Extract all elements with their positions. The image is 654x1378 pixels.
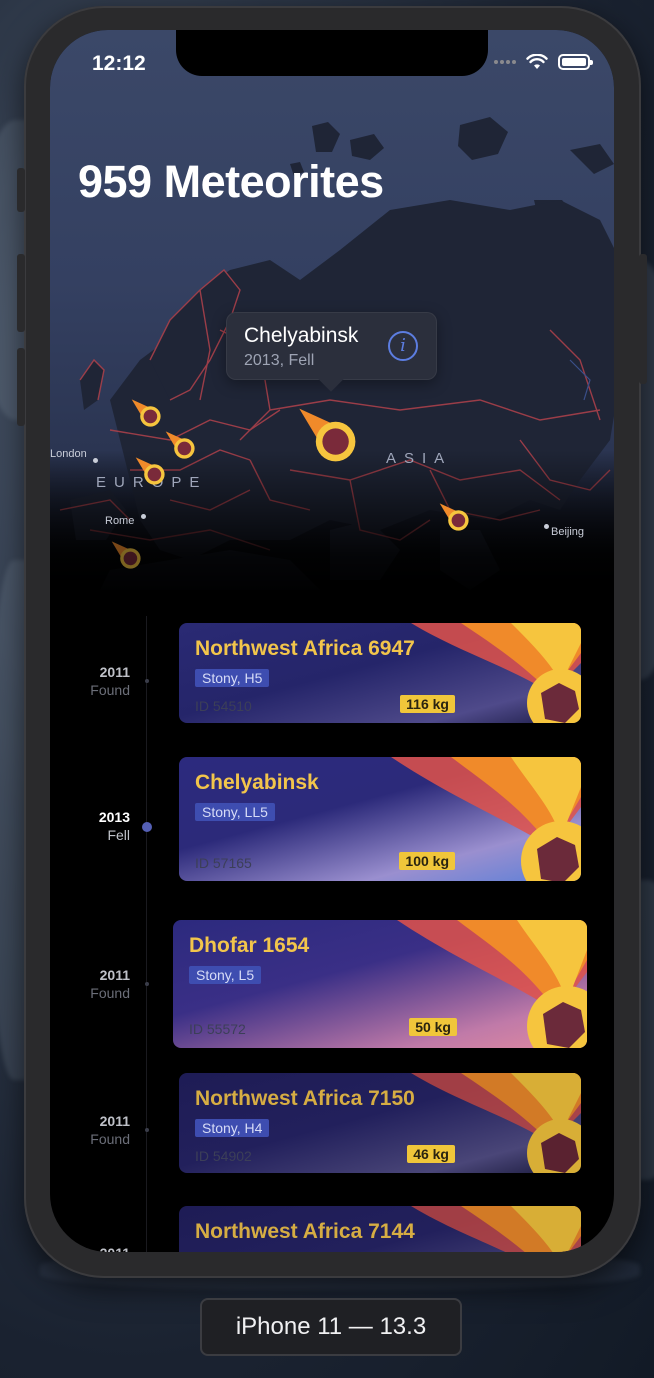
meteorite-name: Northwest Africa 7144: [195, 1220, 415, 1243]
timeline-year-label: 2011 Found: [50, 1113, 130, 1147]
status-time: 12:12: [92, 52, 146, 75]
meteorite-name: Northwest Africa 6947: [195, 637, 415, 660]
timeline-dot: [145, 679, 149, 683]
city-label-london: London: [50, 448, 87, 460]
rome-dot: [141, 514, 146, 519]
notch: [176, 30, 488, 76]
meteorite-map[interactable]: London Rome Beijing EUROPE ASIA Chelyabi…: [50, 30, 614, 600]
class-badge: Stony, H4: [195, 1119, 270, 1137]
meteorite-pin-selected-icon[interactable]: [296, 402, 362, 468]
timeline-year: 2011: [99, 1113, 130, 1129]
battery-icon: [558, 54, 593, 70]
meteorite-card[interactable]: Northwest Africa 6947 Stony, H5 ID 54510…: [179, 623, 581, 723]
mass-badge: 100 kg: [399, 852, 455, 870]
callout-title: Chelyabinsk: [244, 324, 359, 347]
power-button: [639, 254, 647, 384]
timeline-status: Fell: [107, 827, 130, 843]
meteorite-card[interactable]: Northwest Africa 7144: [179, 1206, 581, 1252]
meteor-flame-icon: [411, 1206, 581, 1252]
timeline-year-label: 2011: [50, 1245, 130, 1252]
meteorite-pin-icon[interactable]: [134, 454, 168, 488]
meteorite-id: ID 54902: [195, 1148, 252, 1164]
status-icons: [494, 54, 593, 70]
timeline-dot-selected: [142, 822, 152, 832]
page-title: 959 Meteorites: [78, 156, 384, 207]
timeline-year: 2011: [99, 664, 130, 680]
city-label-beijing: Beijing: [551, 526, 585, 538]
class-badge: Stony, LL5: [195, 803, 275, 821]
meteorite-pin-icon[interactable]: [164, 428, 198, 462]
timeline-status: Found: [90, 1131, 130, 1147]
mass-badge: 50 kg: [409, 1018, 457, 1036]
meteorite-pin-icon[interactable]: [438, 500, 472, 534]
meteorite-pin-icon[interactable]: [130, 396, 164, 430]
timeline-year-label: 2011 Found: [50, 664, 130, 698]
timeline-year-label: 2013 Fell: [50, 809, 130, 843]
simulator-device-label: iPhone 11 — 13.3: [200, 1298, 462, 1356]
cellular-signal-icon: [494, 60, 516, 64]
meteorite-name: Chelyabinsk: [195, 771, 319, 794]
region-label-asia: ASIA: [386, 450, 453, 467]
meteorite-id: ID 55572: [189, 1021, 246, 1037]
info-icon[interactable]: i: [388, 331, 418, 361]
meteorite-name: Dhofar 1654: [189, 934, 310, 957]
timeline-year: 2013: [98, 809, 130, 825]
meteorite-id: ID 57165: [195, 855, 252, 871]
london-dot: [93, 458, 98, 463]
app-screen: London Rome Beijing EUROPE ASIA Chelyabi…: [50, 30, 614, 1252]
timeline-line: [146, 616, 147, 1252]
volume-down-button: [17, 348, 25, 426]
map-callout[interactable]: Chelyabinsk 2013, Fell i: [226, 312, 437, 380]
mute-switch: [17, 168, 25, 212]
class-badge: Stony, H5: [195, 669, 270, 687]
callout-detail: 2013, Fell: [244, 352, 315, 369]
timeline-year: 2011: [99, 967, 130, 983]
timeline-status: Found: [90, 682, 130, 698]
meteorite-card-selected[interactable]: Chelyabinsk Stony, LL5 ID 57165 100 kg: [179, 757, 581, 881]
wifi-icon: [526, 54, 548, 69]
timeline-status: Found: [90, 985, 130, 1001]
mass-badge: 46 kg: [407, 1145, 455, 1163]
beijing-dot: [544, 524, 549, 529]
class-badge: Stony, L5: [189, 966, 262, 984]
mass-badge: 116 kg: [400, 695, 455, 713]
meteorite-card[interactable]: Northwest Africa 7150 Stony, H4 ID 54902…: [179, 1073, 581, 1173]
meteorite-id: ID 54510: [195, 698, 252, 714]
timeline-year: 2011: [50, 1245, 130, 1252]
city-label-rome: Rome: [105, 515, 135, 527]
timeline-dot: [145, 982, 149, 986]
meteorite-card[interactable]: Dhofar 1654 Stony, L5 ID 55572 50 kg: [173, 920, 587, 1048]
meteorite-pin-icon[interactable]: [110, 538, 144, 572]
volume-up-button: [17, 254, 25, 332]
timeline-year-label: 2011 Found: [50, 967, 130, 1001]
meteorite-name: Northwest Africa 7150: [195, 1087, 415, 1110]
timeline-dot: [145, 1128, 149, 1132]
